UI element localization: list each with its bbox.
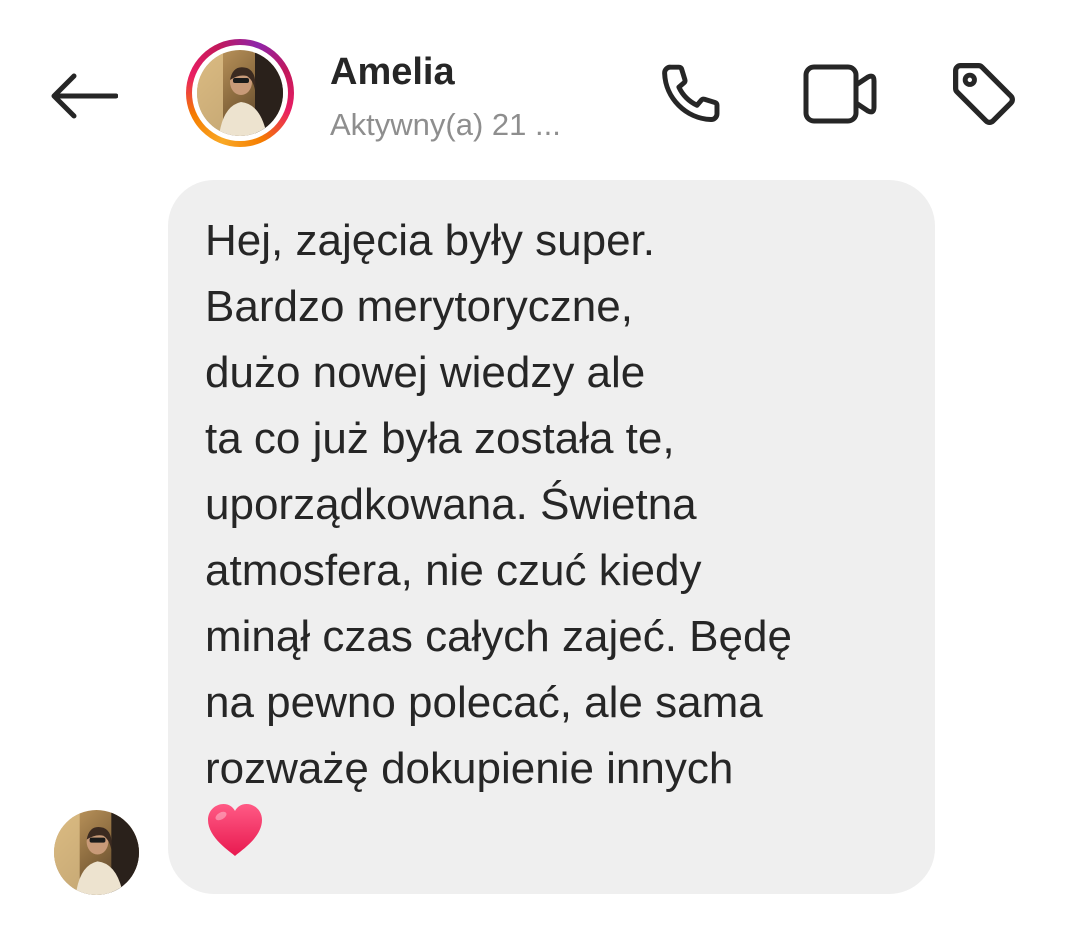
message-line: Bardzo merytoryczne, — [205, 282, 633, 331]
message-line: ta co już była została te, — [205, 414, 675, 463]
sender-avatar[interactable] — [54, 810, 139, 895]
message-bubble[interactable]: Hej, zajęcia były super. Bardzo merytory… — [168, 180, 935, 894]
heart-icon — [208, 804, 262, 856]
video-call-button[interactable] — [800, 56, 880, 132]
video-camera-icon — [803, 64, 877, 124]
arrow-left-icon — [51, 73, 118, 119]
phone-icon — [662, 64, 720, 122]
message-line: rozważę dokupienie innych — [205, 744, 734, 793]
message-line: uporządkowana. Świetna — [205, 480, 697, 529]
message-line: dużo nowej wiedzy ale — [205, 348, 646, 397]
tag-icon — [953, 63, 1015, 125]
header-avatar[interactable] — [186, 39, 294, 147]
back-button[interactable] — [44, 60, 124, 132]
profile-photo — [54, 810, 139, 895]
message-line: na pewno polecać, ale sama — [205, 678, 763, 727]
message-line: Hej, zajęcia były super. — [205, 216, 655, 265]
tag-button[interactable] — [944, 56, 1024, 132]
heart-emoji — [205, 802, 265, 860]
contact-name[interactable]: Amelia — [330, 50, 455, 94]
message-line: atmosfera, nie czuć kiedy — [205, 546, 702, 595]
active-status: Aktywny(a) 21 ... — [330, 107, 561, 142]
profile-photo — [197, 50, 283, 136]
message-line: minął czas całych zajeć. Będę — [205, 612, 792, 661]
call-button[interactable] — [650, 56, 730, 132]
